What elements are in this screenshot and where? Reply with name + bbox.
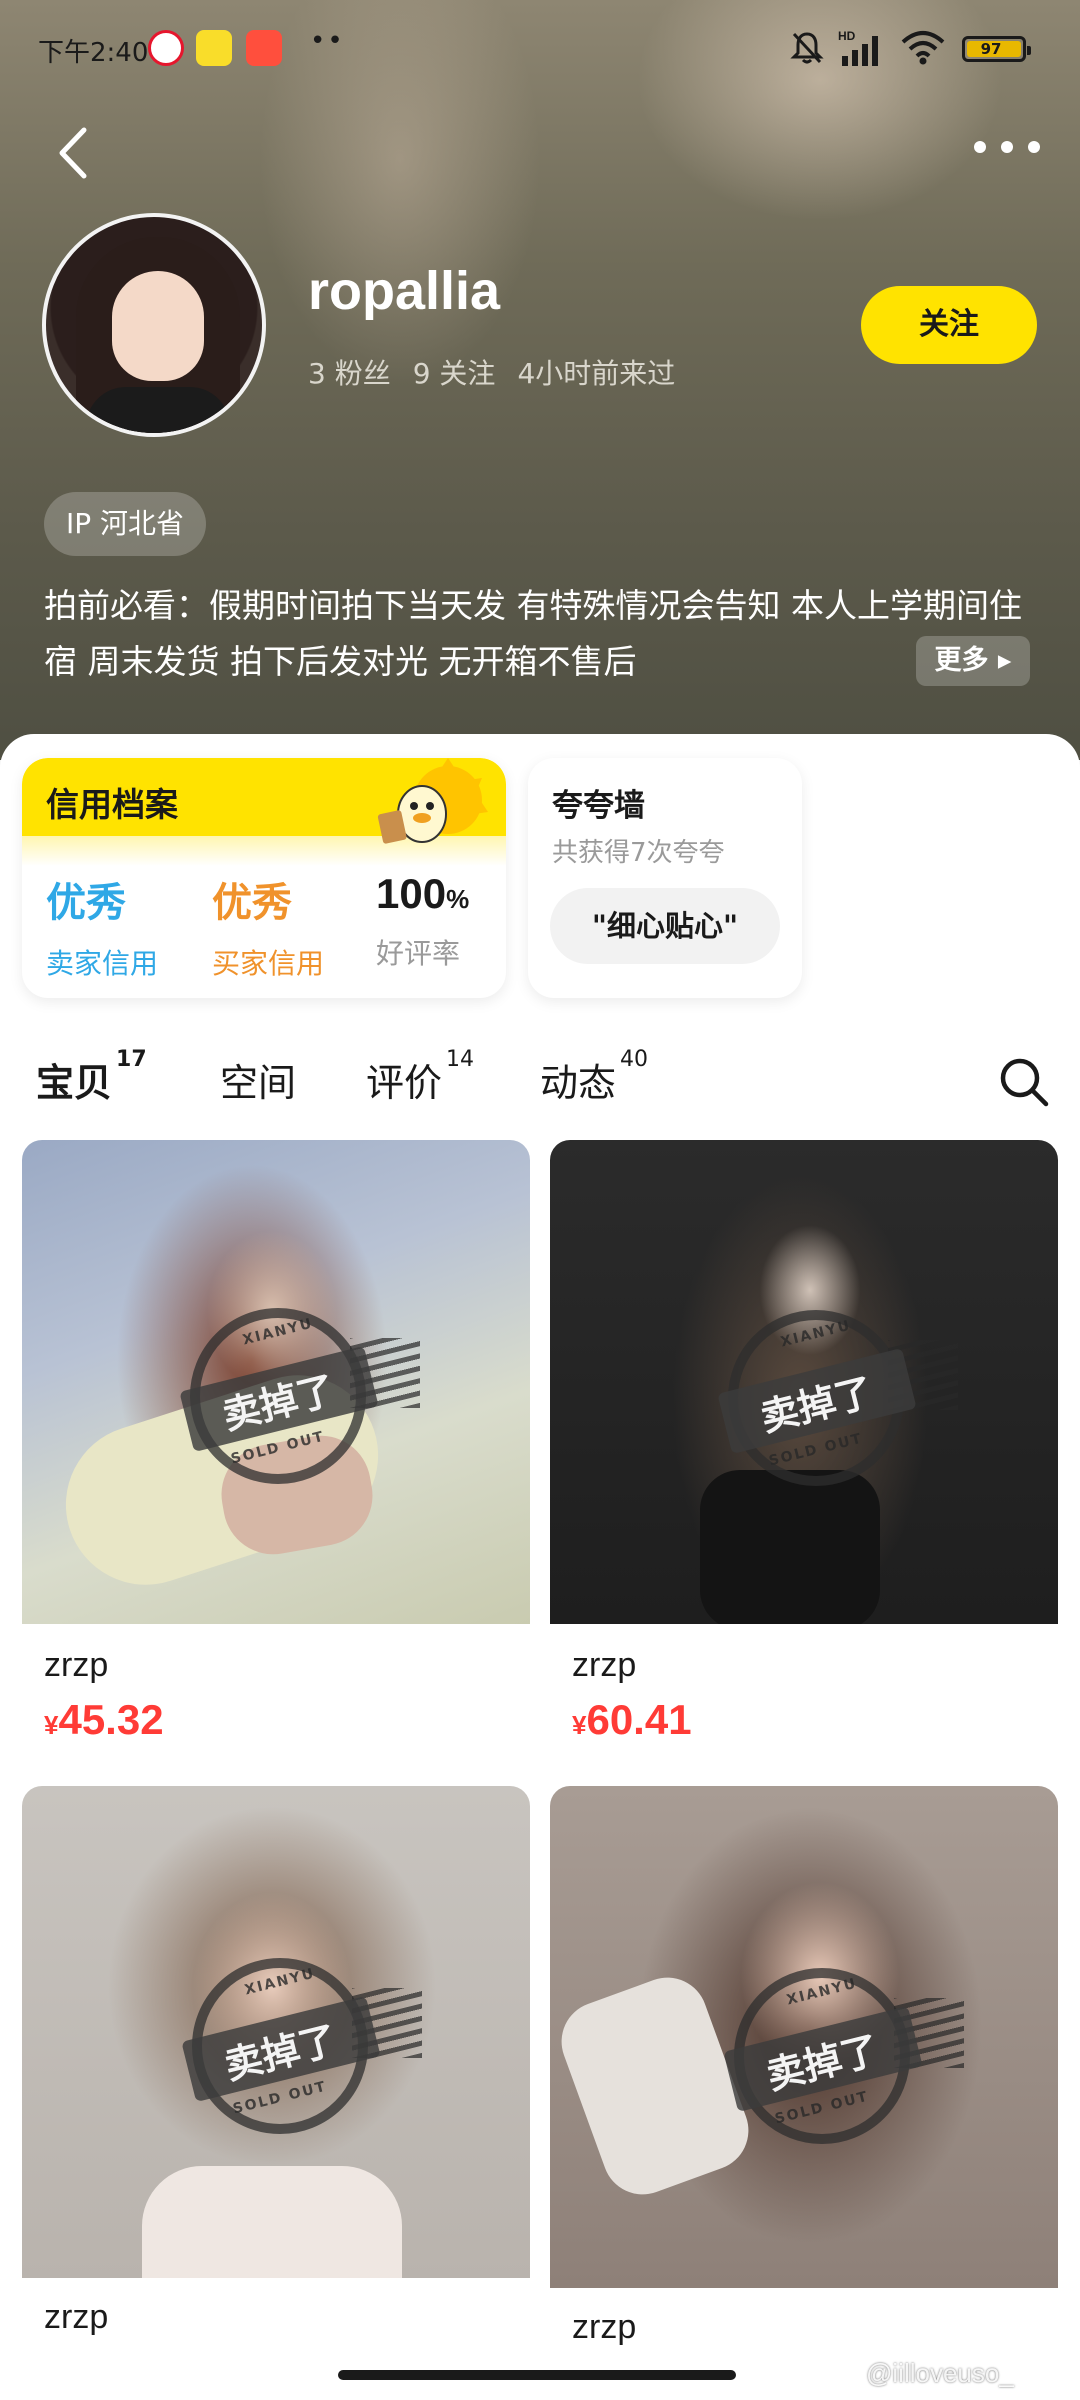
positive-rating-unit: % (446, 884, 470, 914)
battery-indicator: 97 (962, 36, 1031, 62)
buyer-credit: 优秀 买家信用 (212, 870, 372, 982)
music-app-icon (196, 30, 232, 66)
status-time: 下午2:40 (38, 38, 149, 68)
fans-count[interactable]: 3 粉丝 (308, 357, 391, 390)
positive-rating: 100% 好评率 (376, 870, 506, 972)
ip-location-badge: IP 河北省 (44, 492, 207, 556)
stamp-top-text: XIANYU (779, 1317, 853, 1351)
tab-space-label: 空间 (220, 1061, 297, 1105)
following-count[interactable]: 9 关注 (413, 357, 496, 390)
praise-wall-subtitle: 共获得7次夸夸 (552, 838, 725, 868)
credit-profile-card[interactable]: 信用档案 优秀 卖家信用 优秀 买家信用 100% 好评率 (22, 758, 506, 998)
back-button[interactable] (50, 122, 98, 184)
product-card[interactable]: XIANYU 卖掉了 SOLD OUT zrzp (550, 1786, 1058, 2356)
username: ropallia (308, 261, 501, 321)
tab-items[interactable]: 宝贝17 (36, 1047, 147, 1107)
seller-credit: 优秀 卖家信用 (46, 870, 206, 982)
more-options-button[interactable] (970, 132, 1044, 162)
follow-button[interactable]: 关注 (861, 286, 1037, 364)
stamp-top-text: XIANYU (243, 1965, 317, 1999)
svg-text:HD: HD (838, 29, 856, 43)
cell-signal-icon: HD (838, 29, 878, 66)
home-indicator[interactable] (338, 2370, 736, 2380)
tab-reviews-count: 14 (446, 1047, 475, 1073)
wifi-icon (901, 31, 945, 65)
credit-title: 信用档案 (46, 785, 178, 824)
avatar[interactable] (42, 213, 266, 437)
price-currency: ¥ (44, 1710, 59, 1740)
tab-reviews-label: 评价 (366, 1061, 443, 1105)
sold-out-stamp: XIANYU 卖掉了 SOLD OUT (717, 1310, 958, 1486)
product-card[interactable]: XIANYU 卖掉了 SOLD OUT zrzp ¥60.41 (550, 1140, 1058, 1764)
sold-out-stamp: XIANYU 卖掉了 SOLD OUT (179, 1308, 420, 1484)
product-image: XIANYU 卖掉了 SOLD OUT (22, 1786, 530, 2278)
caret-right-icon: ▸ (997, 645, 1012, 676)
battery-level: 97 (980, 40, 1002, 58)
search-icon[interactable] (998, 1056, 1050, 1108)
product-name: zrzp (44, 2298, 109, 2336)
price-currency: ¥ (572, 1710, 587, 1740)
positive-rating-value: 100 (376, 870, 447, 917)
praise-tag: "细心贴心" (550, 888, 780, 964)
tab-feed-count: 40 (620, 1047, 649, 1073)
video-app-icon (246, 30, 282, 66)
mute-bell-icon (790, 32, 824, 64)
product-name: zrzp (572, 1646, 637, 1684)
mascot-icon (377, 758, 488, 844)
status-bar: 下午2:40 •• HD 97 (0, 0, 1080, 100)
last-seen: 4小时前来过 (517, 357, 676, 390)
tab-items-label: 宝贝 (36, 1061, 113, 1105)
sold-out-stamp: XIANYU 卖掉了 SOLD OUT (181, 1958, 422, 2134)
tab-items-count: 17 (116, 1047, 147, 1073)
product-image: XIANYU 卖掉了 SOLD OUT (22, 1140, 530, 1624)
sold-out-stamp: XIANYU 卖掉了 SOLD OUT (723, 1968, 964, 2144)
product-price: ¥60.41 (572, 1696, 692, 1744)
product-card[interactable]: XIANYU 卖掉了 SOLD OUT zrzp (22, 1786, 530, 2356)
price-value: 60.41 (586, 1696, 692, 1743)
stamp-top-text: XIANYU (785, 1975, 859, 2009)
tab-reviews[interactable]: 评价14 (366, 1047, 474, 1107)
positive-rating-label: 好评率 (376, 937, 461, 970)
weibo-watermark: @iilloveuso_ (866, 2358, 1014, 2388)
notification-overflow-icon: •• (310, 26, 345, 56)
product-image: XIANYU 卖掉了 SOLD OUT (550, 1786, 1058, 2288)
product-card[interactable]: XIANYU 卖掉了 SOLD OUT zrzp ¥45.32 (22, 1140, 530, 1764)
buyer-credit-label: 买家信用 (212, 947, 325, 980)
product-price: ¥45.32 (44, 1696, 164, 1744)
tab-space[interactable]: 空间 (220, 1052, 296, 1107)
product-image: XIANYU 卖掉了 SOLD OUT (550, 1140, 1058, 1624)
bio-more-button[interactable]: 更多 ▸ (916, 636, 1030, 686)
product-name: zrzp (44, 1646, 109, 1684)
praise-wall-card[interactable]: 夸夸墙 共获得7次夸夸 "细心贴心" (528, 758, 802, 998)
bio-more-label: 更多 (934, 645, 989, 676)
weibo-app-icon (148, 30, 184, 66)
tab-feed[interactable]: 动态40 (540, 1047, 648, 1107)
seller-credit-label: 卖家信用 (46, 947, 159, 980)
praise-wall-title: 夸夸墙 (552, 788, 645, 824)
product-name: zrzp (572, 2308, 637, 2346)
buyer-credit-value: 优秀 (212, 880, 292, 926)
profile-stats: 3 粉丝 9 关注 4小时前来过 (308, 352, 697, 392)
stamp-top-text: XIANYU (241, 1315, 315, 1349)
profile-bio: 拍前必看：假期时间拍下当天发 有特殊情况会告知 本人上学期间住宿 周末发货 拍下… (44, 586, 1022, 681)
seller-credit-value: 优秀 (46, 880, 126, 926)
tab-feed-label: 动态 (540, 1061, 617, 1105)
price-value: 45.32 (58, 1696, 164, 1743)
